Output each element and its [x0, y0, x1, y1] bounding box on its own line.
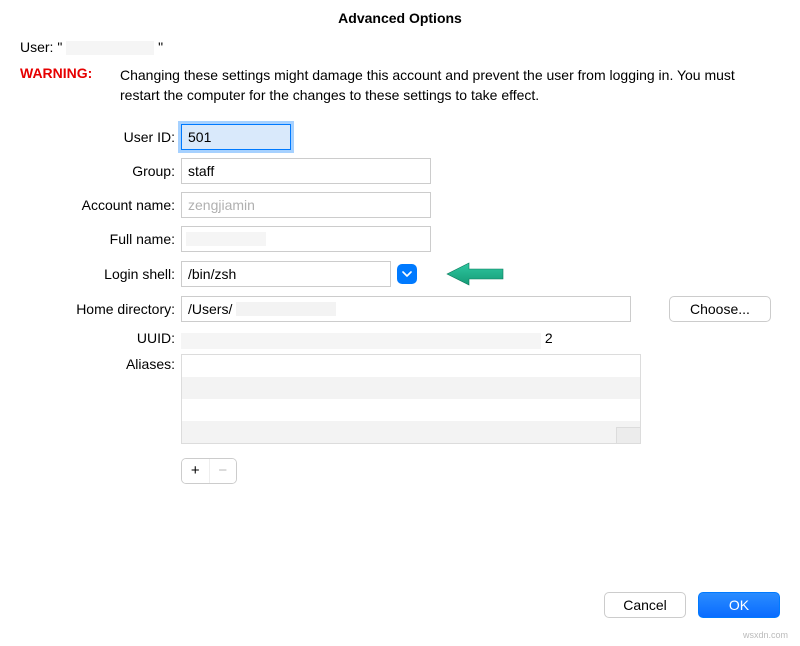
list-item[interactable] [182, 399, 640, 421]
page-title: Advanced Options [20, 10, 780, 26]
account-name-field [181, 192, 431, 218]
list-item[interactable] [182, 377, 640, 399]
label-account-name: Account name: [20, 197, 175, 213]
add-remove-control: + − [181, 458, 237, 484]
label-full-name: Full name: [20, 231, 175, 247]
user-id-field[interactable] [181, 124, 291, 150]
resize-handle-icon [616, 427, 640, 443]
chevron-down-icon [402, 270, 412, 278]
cancel-button[interactable]: Cancel [604, 592, 686, 618]
ok-button[interactable]: OK [698, 592, 780, 618]
user-value: " " [57, 39, 163, 55]
list-item[interactable] [182, 421, 640, 443]
warning-label: WARNING: [20, 65, 120, 106]
aliases-list[interactable] [181, 354, 641, 444]
arrow-annotation [445, 260, 505, 288]
watermark: wsxdn.com [743, 630, 788, 640]
label-group: Group: [20, 163, 175, 179]
warning-text: Changing these settings might damage thi… [120, 65, 780, 106]
label-uuid: UUID: [20, 330, 175, 346]
choose-button[interactable]: Choose... [669, 296, 771, 322]
list-item[interactable] [182, 355, 640, 377]
label-login-shell: Login shell: [20, 266, 175, 282]
add-alias-button[interactable]: + [182, 459, 209, 483]
full-name-field[interactable] [181, 226, 431, 252]
user-line: User: " " [20, 38, 780, 55]
label-home-dir: Home directory: [20, 301, 175, 317]
label-aliases: Aliases: [20, 354, 175, 444]
group-field[interactable] [181, 158, 431, 184]
login-shell-field[interactable] [181, 261, 391, 287]
label-user-id: User ID: [20, 129, 175, 145]
remove-alias-button: − [209, 459, 237, 483]
login-shell-dropdown-button[interactable] [397, 264, 417, 284]
uuid-value: 2 [181, 330, 780, 346]
home-directory-field[interactable] [181, 296, 631, 322]
user-label: User: [20, 39, 53, 55]
